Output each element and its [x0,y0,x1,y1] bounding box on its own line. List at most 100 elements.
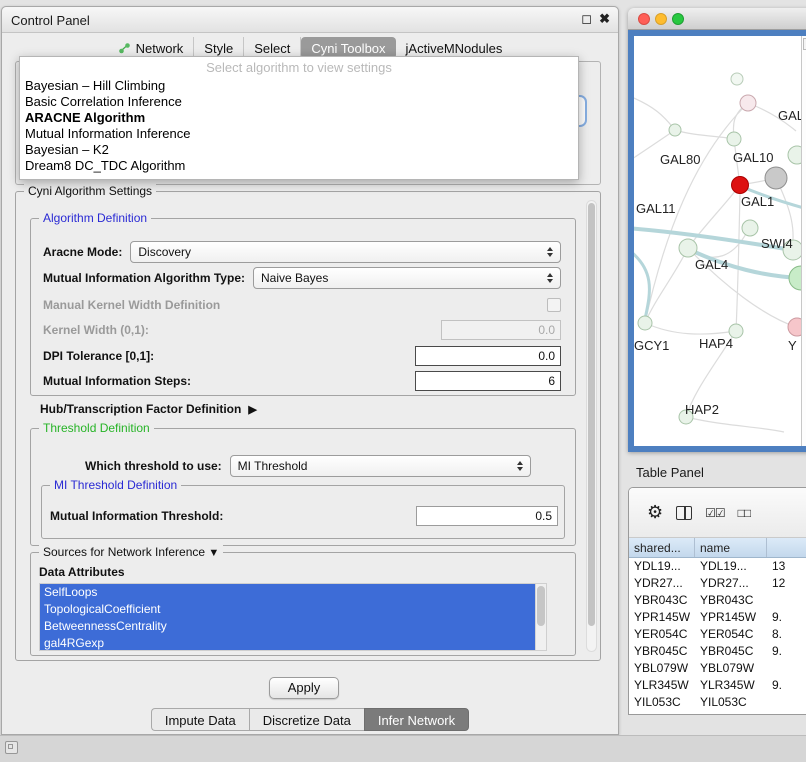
close-icon[interactable]: ✖ [599,11,610,27]
mi-threshold-definition-title: MI Threshold Definition [50,478,181,492]
aracne-mode-value: Discovery [138,245,543,259]
table-body: YDL19... YDL19... 13 YDR27... YDR27... 1… [629,558,806,711]
node-label: GAL11 [636,201,676,216]
gear-icon[interactable]: ⚙ [647,502,663,523]
node-label: SWI4 [761,236,793,251]
attribute-item-selected[interactable]: BetweennessCentrality [40,618,546,635]
table-row[interactable]: YDL19... YDL19... 13 [629,558,806,575]
dropdown-item[interactable]: Basic Correlation Inference [20,94,578,110]
cell: YBR045C [695,643,767,660]
node-label: Y [788,338,797,353]
table-header-row: shared... name [629,538,806,558]
dropdown-item[interactable]: Bayesian – K2 [20,142,578,158]
cell: YDL19... [695,558,767,575]
dropdown-item[interactable]: Mutual Information Inference [20,126,578,142]
cell: 9. [767,609,806,626]
dropdown-item[interactable]: Bayesian – Hill Climbing [20,78,578,94]
tab-discretize-data[interactable]: Discretize Data [249,708,364,731]
mi-threshold-input[interactable]: 0.5 [416,506,558,526]
kernel-width-input[interactable]: 0.0 [441,320,561,340]
tab-impute-data[interactable]: Impute Data [151,708,249,731]
table-row[interactable]: YDR27... YDR27... 12 [629,575,806,592]
mi-threshold-definition-group: MI Threshold Definition Mutual Informati… [41,485,565,539]
attribute-item-selected[interactable]: SelfLoops [40,584,546,601]
algorithm-dropdown-list: Select algorithm to view settings Bayesi… [19,56,579,180]
network-window-titlebar[interactable] [628,8,806,30]
mi-type-select[interactable]: Naive Bayes [253,267,561,289]
sources-title-text: Sources for Network Inference [43,545,205,559]
table-panel-label: Table Panel [636,465,704,480]
node-label: GCY1 [634,338,669,353]
panel-dock-icon[interactable] [5,741,18,754]
network-vertical-scrollbar[interactable] [801,36,806,446]
window-title: Control Panel [11,13,90,28]
dropdown-item-selected[interactable]: ARACNE Algorithm [20,110,578,126]
tab-label: Select [254,41,290,56]
settings-scrollbar[interactable] [586,200,597,652]
tab-infer-network[interactable]: Infer Network [364,708,469,731]
cell: 9. [767,643,806,660]
table-row[interactable]: YBR043C YBR043C [629,592,806,609]
dpi-tolerance-label: DPI Tolerance [0,1]: [43,349,154,363]
sources-group-title[interactable]: Sources for Network Inference ▼ [39,545,223,559]
table-row[interactable]: YBR045C YBR045C 9. [629,643,806,660]
node-label: GAL10 [733,150,773,165]
combo-arrows-icon [543,247,557,257]
cell: YLR345W [695,677,767,694]
close-button[interactable] [638,13,650,25]
select-all-icon[interactable]: ☑☑ [705,506,725,520]
data-attributes-label: Data Attributes [39,565,125,579]
minimize-button[interactable] [655,13,667,25]
table-row[interactable]: YLR345W YLR345W 9. [629,677,806,694]
expanded-arrow-icon: ▼ [208,547,219,559]
cell: YBL079W [695,660,767,677]
node-label: GAL1 [741,194,774,209]
combo-arrows-icon [513,461,527,471]
cell [767,660,806,677]
dropdown-item[interactable]: Dream8 DC_TDC Algorithm [20,158,578,174]
control-panel-titlebar[interactable]: Control Panel ◻ ✖ [2,7,618,33]
network-view-window: GAL80 GAL10 GAL11 GAL1 SWI4 GAL4 GCY1 HA… [628,8,806,452]
columns-icon[interactable] [676,506,692,520]
apply-button[interactable]: Apply [269,677,339,699]
hub-definition-toggle[interactable]: Hub/Transcription Factor Definition ▶ [40,402,257,416]
settings-group-title: Cyni Algorithm Settings [24,184,156,198]
cell: 9. [767,677,806,694]
attribute-item-selected[interactable]: TopologicalCoefficient [40,601,546,618]
dpi-tolerance-input[interactable]: 0.0 [415,346,561,366]
table-row[interactable]: YIL053C YIL053C [629,694,806,711]
mi-threshold-label: Mutual Information Threshold: [50,509,223,523]
algorithm-definition-title: Algorithm Definition [39,211,151,225]
which-threshold-select[interactable]: MI Threshold [230,455,531,477]
data-attributes-list: SelfLoops TopologicalCoefficient Between… [39,583,547,651]
aracne-mode-select[interactable]: Discovery [130,241,561,263]
column-header-shared[interactable]: shared... [629,538,695,557]
network-view-frame: GAL80 GAL10 GAL11 GAL1 SWI4 GAL4 GCY1 HA… [628,30,806,452]
cell: YBR043C [629,592,695,609]
table-row[interactable]: YBL079W YBL079W [629,660,806,677]
mi-steps-label: Mutual Information Steps: [43,374,191,388]
deselect-all-icon[interactable]: □□ [738,506,751,520]
attribute-item-selected[interactable]: gal4RGexp [40,635,546,651]
cyni-algorithm-settings-group: Cyni Algorithm Settings Algorithm Defini… [15,191,601,661]
dropdown-placeholder: Select algorithm to view settings [20,60,578,78]
column-header-extra[interactable] [767,538,806,557]
kernel-width-label: Kernel Width (0,1): [43,323,149,337]
mi-steps-input[interactable]: 6 [415,371,561,391]
manual-kernel-checkbox[interactable] [547,298,561,312]
column-header-name[interactable]: name [695,538,767,557]
combo-arrows-icon [543,273,557,283]
mi-type-value: Naive Bayes [261,271,543,285]
tab-label: jActiveMNodules [406,41,503,56]
table-row[interactable]: YER054C YER054C 8. [629,626,806,643]
algorithm-definition-group: Algorithm Definition Aracne Mode: Discov… [30,218,576,396]
cell: YBL079W [629,660,695,677]
which-threshold-label: Which threshold to use: [85,459,222,473]
float-panel-icon[interactable]: ◻ [581,11,592,27]
cell: YER054C [629,626,695,643]
network-canvas[interactable]: GAL80 GAL10 GAL11 GAL1 SWI4 GAL4 GCY1 HA… [634,36,806,446]
table-row[interactable]: YPR145W YPR145W 9. [629,609,806,626]
zoom-button[interactable] [672,13,684,25]
control-panel-window: Control Panel ◻ ✖ Network Style Select C… [1,6,619,735]
attributes-scrollbar[interactable] [535,584,546,650]
